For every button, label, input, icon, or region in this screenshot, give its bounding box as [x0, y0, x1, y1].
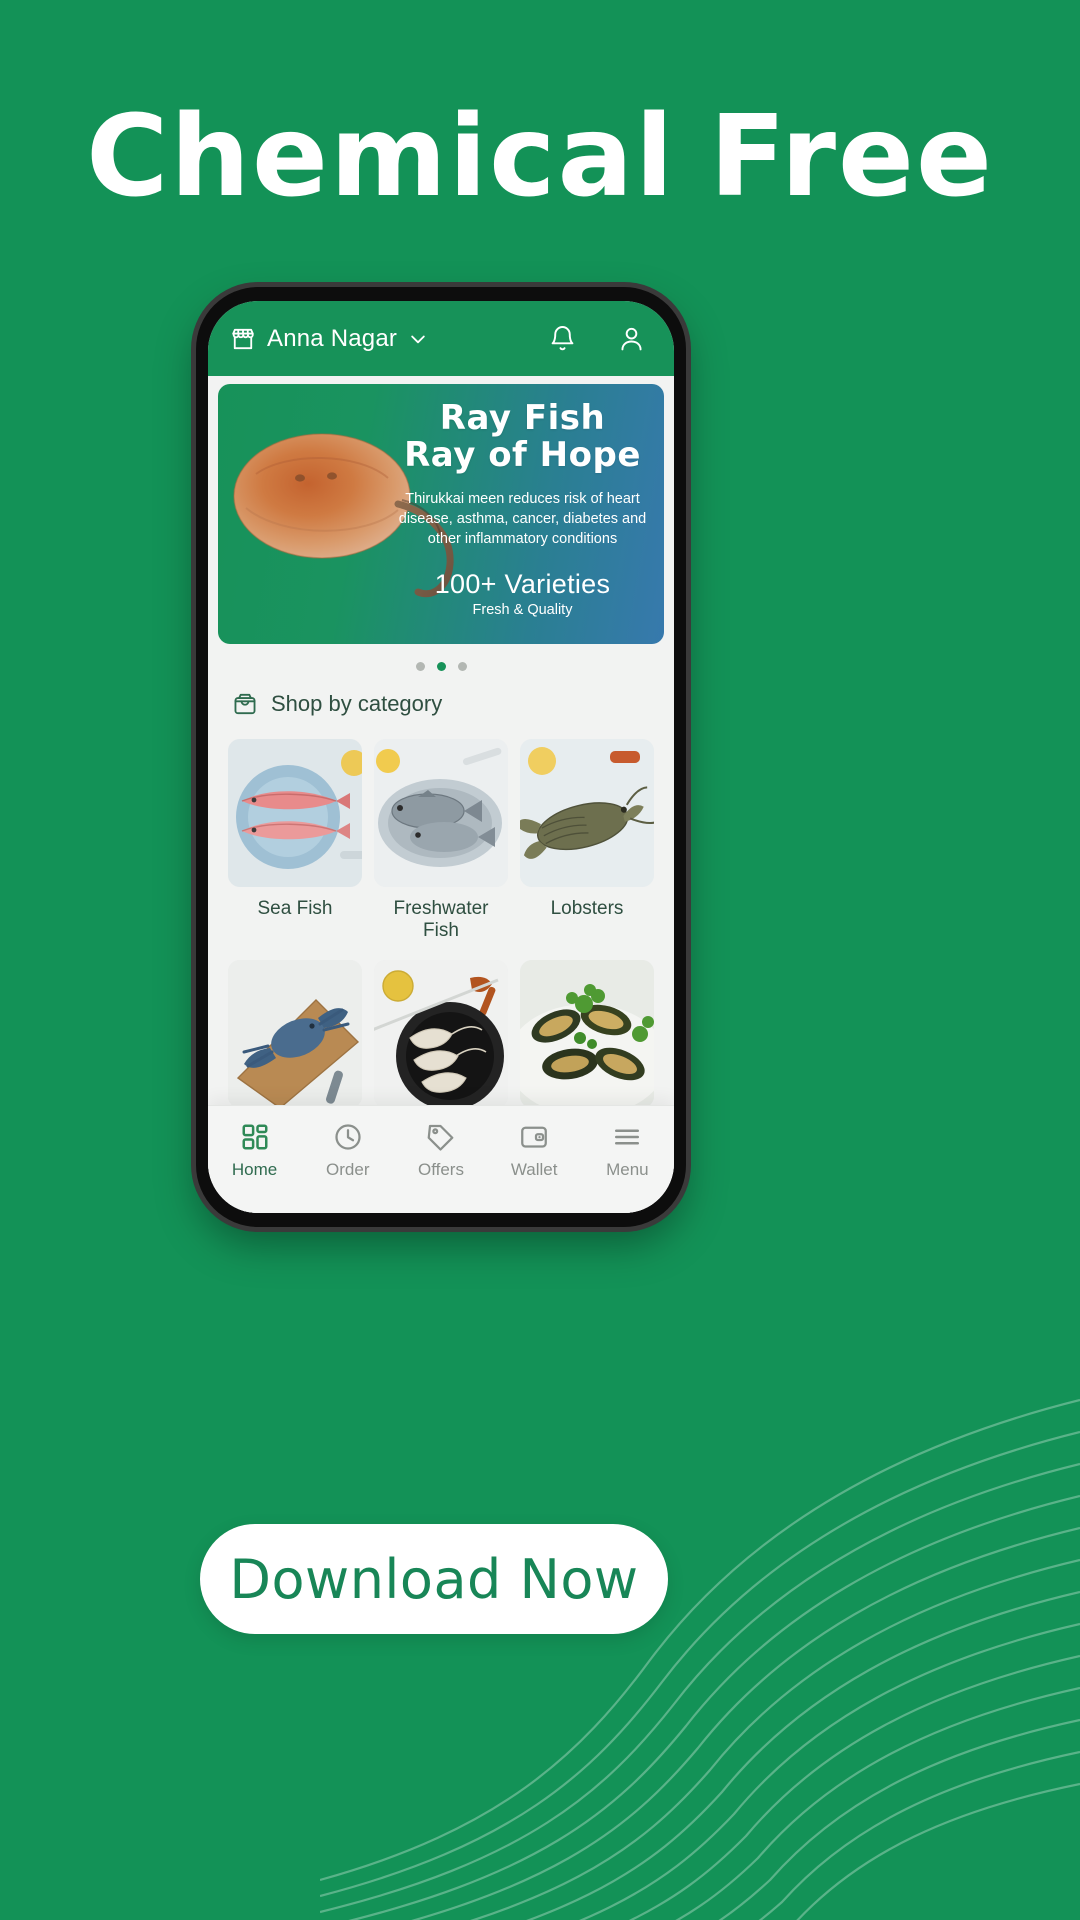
clock-icon: [335, 1124, 361, 1150]
sea-fish-on-blue-plate: [228, 739, 362, 887]
banner-container: Ray Fish Ray of Hope Thirukkai meen redu…: [208, 376, 674, 644]
person-icon[interactable]: [617, 324, 646, 353]
green-mussels-with-herbs: [520, 960, 654, 1108]
hamburger-icon: [615, 1129, 640, 1145]
nav-item-offers[interactable]: Offers: [398, 1122, 484, 1180]
shop-by-category-header: Shop by category: [208, 687, 674, 717]
nav-label: Wallet: [510, 1160, 558, 1179]
nav-label: Home: [231, 1160, 278, 1179]
tag-icon: [427, 1124, 454, 1151]
phone-mockup: Anna Nagar Ray Fish Ray of Hope Thirukka…: [196, 287, 686, 1227]
category-card-sea-fish[interactable]: Sea Fish: [228, 739, 362, 956]
wallet-icon: [521, 1126, 548, 1148]
category-label: Lobsters: [550, 898, 624, 919]
nav-item-menu[interactable]: Menu: [584, 1122, 670, 1180]
banner-subtitle: Fresh & Quality: [472, 602, 573, 619]
nav-item-wallet[interactable]: Wallet: [491, 1122, 577, 1180]
category-thumbnail: [228, 739, 362, 887]
shopping-bag-icon: [234, 693, 256, 715]
phone-screen: Anna Nagar Ray Fish Ray of Hope Thirukka…: [208, 301, 674, 1213]
banner-text-block: Ray Fish Ray of Hope Thirukkai meen redu…: [395, 400, 650, 619]
banner-varieties: 100+ Varieties: [434, 569, 611, 600]
prawns-in-black-pan: [374, 960, 508, 1108]
download-now-button[interactable]: Download Now: [200, 1524, 668, 1634]
nav-label: Menu: [606, 1160, 649, 1179]
download-now-label: Download Now: [229, 1547, 639, 1611]
section-title: Shop by category: [271, 691, 443, 716]
nav-item-home[interactable]: Home: [212, 1122, 298, 1180]
bell-icon[interactable]: [548, 324, 577, 353]
category-thumbnail: [374, 960, 508, 1108]
nav-item-order[interactable]: Order: [305, 1122, 391, 1180]
category-thumbnail: [374, 739, 508, 887]
category-thumbnail: [228, 960, 362, 1108]
location-selector[interactable]: Anna Nagar: [230, 325, 538, 353]
decorative-wave-lines: [320, 1398, 1080, 1920]
carousel-dot-3[interactable]: [457, 662, 467, 671]
category-thumbnail: [520, 739, 654, 887]
app-content: Ray Fish Ray of Hope Thirukkai meen redu…: [208, 376, 674, 1213]
category-card-freshwater-fish[interactable]: Freshwater Fish: [374, 739, 508, 956]
carousel-dot-2[interactable]: [436, 662, 446, 671]
category-label: Sea Fish: [257, 898, 333, 919]
category-thumbnail: [520, 960, 654, 1108]
banner-description: Thirukkai meen reduces risk of heart dis…: [398, 491, 647, 548]
freshwater-fish-on-plate: [374, 739, 508, 887]
nav-label: Offers: [417, 1160, 464, 1179]
storefront-icon: [232, 328, 254, 349]
nav-label: Order: [326, 1160, 370, 1179]
carousel-dots: [208, 644, 674, 687]
category-card-lobsters[interactable]: Lobsters: [520, 739, 654, 956]
grid-icon: [242, 1124, 268, 1150]
header-actions: [548, 324, 646, 353]
lobster-on-ice: [520, 739, 654, 887]
banner-title-line1: Ray Fish: [439, 398, 606, 438]
blue-crab-on-board: [228, 960, 362, 1108]
banner-title: Ray Fish Ray of Hope: [395, 400, 650, 473]
poster-headline: Chemical Free: [0, 92, 1080, 222]
category-label: Freshwater Fish: [393, 898, 489, 941]
headline-word-2: Free: [709, 92, 994, 222]
banner-title-line2: Ray of Hope: [404, 434, 641, 475]
location-name: Anna Nagar: [267, 324, 398, 352]
headline-word-1: Chemical: [86, 92, 676, 222]
bottom-navigation: Home Order Offers Wallet Menu: [208, 1105, 674, 1213]
promo-banner[interactable]: Ray Fish Ray of Hope Thirukkai meen redu…: [218, 384, 664, 644]
chevron-down-icon: [411, 335, 425, 343]
app-header: Anna Nagar: [208, 301, 674, 376]
carousel-dot-1[interactable]: [415, 662, 425, 671]
